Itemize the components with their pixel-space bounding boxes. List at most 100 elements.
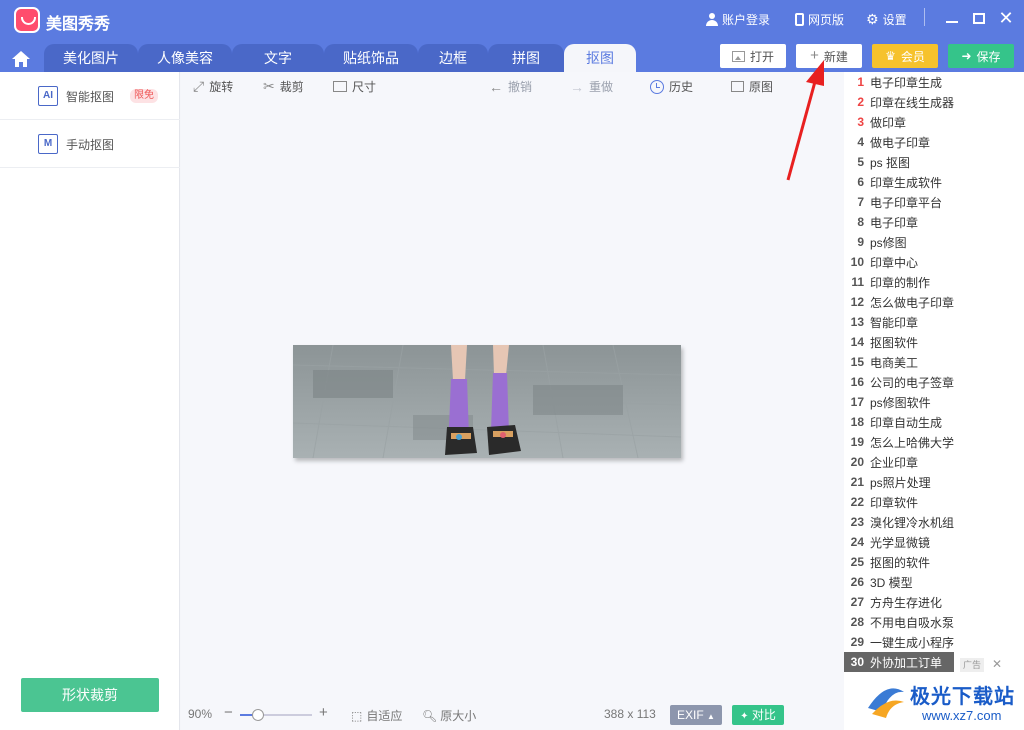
fit-label: 自适应 — [366, 709, 403, 723]
list-item[interactable]: 12 怎么做电子印章 — [844, 292, 954, 312]
list-item[interactable]: 5 ps 抠图 — [844, 152, 910, 172]
zoom-out-button[interactable]: − — [224, 704, 233, 721]
sidebar-item-label: 智能抠图 — [66, 90, 115, 104]
crop-tool[interactable]: ✂ 裁剪 — [263, 78, 304, 95]
list-item[interactable]: 11 印章的制作 — [844, 272, 930, 292]
original-label: 原图 — [749, 80, 774, 94]
close-icon: ✕ — [992, 657, 1003, 671]
ad-close-button[interactable]: ✕ — [992, 657, 1002, 671]
list-item[interactable]: 19 怎么上哈佛大学 — [844, 432, 954, 452]
tab-beautify[interactable]: 美化图片 — [44, 44, 138, 72]
list-item[interactable]: 8 电子印章 — [844, 212, 918, 232]
list-item[interactable]: 9 ps修图 — [844, 232, 906, 252]
open-label: 打开 — [749, 49, 774, 64]
rotate-tool[interactable]: ⤢ 旋转 — [193, 78, 233, 95]
close-button[interactable]: ✕ — [996, 8, 1016, 28]
rotate-label: 旋转 — [209, 80, 234, 94]
web-version-label: 网页版 — [808, 13, 845, 27]
watermark-name: 极光下载站 — [910, 686, 1015, 708]
list-item[interactable]: 2 印章在线生成器 — [844, 92, 954, 112]
list-item[interactable]: 14 抠图软件 — [844, 332, 918, 352]
maximize-icon — [973, 12, 985, 24]
list-item[interactable]: 28 不用电自吸水泵 — [844, 612, 954, 632]
user-icon — [706, 13, 718, 26]
zoom-slider-thumb[interactable] — [252, 709, 264, 721]
settings-label: 设置 — [882, 13, 907, 27]
tab-portrait[interactable]: 人像美容 — [138, 44, 232, 72]
list-item[interactable]: 6 印章生成软件 — [844, 172, 942, 192]
list-item[interactable]: 20 企业印章 — [844, 452, 918, 472]
web-version-button[interactable]: 网页版 — [795, 11, 844, 28]
edited-photo[interactable] — [293, 345, 681, 458]
list-item[interactable]: 22 印章软件 — [844, 492, 918, 512]
history-tool[interactable]: 历史 — [650, 78, 693, 95]
zoom-slider[interactable] — [240, 709, 312, 721]
manual-cutout-icon: M — [38, 134, 58, 154]
list-item[interactable]: 13 智能印章 — [844, 312, 918, 332]
compare-label: 对比 — [751, 708, 776, 722]
list-item[interactable]: 26 3D 模型 — [844, 572, 913, 592]
scissors-icon: ✂ — [263, 78, 275, 94]
list-item[interactable]: 1 电子印章生成 — [844, 72, 942, 92]
original-tool[interactable]: 原图 — [731, 78, 773, 95]
sidebar-item-manual-cutout[interactable]: M 手动抠图 — [0, 120, 180, 168]
list-item[interactable]: 27 方舟生存进化 — [844, 592, 942, 612]
undo-tool[interactable]: ← 撤销 — [489, 78, 532, 95]
list-item[interactable]: 15 电商美工 — [844, 352, 918, 372]
crop-label: 裁剪 — [279, 80, 304, 94]
search-ad-list: 1 电子印章生成 2 印章在线生成器 3 做印章 4 做电子印章 5 ps 抠图 6 印章生… — [844, 72, 1024, 730]
canvas-area: ⤢ 旋转 ✂ 裁剪 尺寸 ← 撤销 → 重做 历史 原图 90% − + ⬚ 自… — [181, 72, 844, 730]
app-logo-icon — [14, 7, 40, 33]
shape-crop-button[interactable]: 形状裁剪 — [21, 678, 159, 712]
original-size-button[interactable]: 🔍︎ 原大小 — [422, 707, 476, 724]
vip-label: 会员 — [900, 49, 925, 64]
redo-label: 重做 — [589, 80, 614, 94]
list-item[interactable]: 10 印章中心 — [844, 252, 918, 272]
vip-button[interactable]: ♛ 会员 — [872, 44, 938, 68]
list-item[interactable]: 29 一键生成小程序 — [844, 632, 954, 652]
list-item[interactable]: 18 印章自动生成 — [844, 412, 942, 432]
image-dimensions: 388 x 113 — [604, 707, 656, 721]
list-item[interactable]: 4 做电子印章 — [844, 132, 930, 152]
aurora-logo-icon — [868, 688, 904, 718]
image-icon — [731, 81, 744, 92]
site-watermark: 极光下载站 www.xz7.com — [864, 676, 1020, 728]
list-item[interactable]: 23 溴化锂冷水机组 — [844, 512, 954, 532]
minimize-button[interactable] — [942, 8, 962, 28]
redo-tool[interactable]: → 重做 — [570, 78, 613, 95]
tab-cutout[interactable]: 抠图 — [564, 44, 636, 72]
save-label: 保存 — [976, 49, 1001, 64]
tab-stickers[interactable]: 贴纸饰品 — [324, 44, 418, 72]
exif-button[interactable]: EXIF ▲ — [670, 705, 722, 725]
maximize-button[interactable] — [969, 8, 989, 28]
tab-text[interactable]: 文字 — [232, 44, 324, 72]
main-tab-bar: 美化图片 人像美容 文字 贴纸饰品 边框 拼图 抠图 打开 + 新建 ♛ 会员 … — [0, 42, 1024, 72]
save-button[interactable]: ➜ 保存 — [948, 44, 1014, 68]
rotate-icon: ⤢ — [193, 78, 205, 94]
list-item[interactable]: 30 外协加工订单 — [844, 652, 954, 672]
watermark-url: www.xz7.com — [922, 708, 1002, 723]
home-button[interactable] — [8, 48, 34, 70]
open-button[interactable]: 打开 — [720, 44, 786, 68]
undo-arrow-icon: ← — [489, 78, 503, 95]
tab-frames[interactable]: 边框 — [418, 44, 488, 72]
list-item[interactable]: 24 光学显微镜 — [844, 532, 930, 552]
settings-button[interactable]: ⚙ 设置 — [866, 11, 907, 28]
tab-collage[interactable]: 拼图 — [488, 44, 564, 72]
sidebar-item-smart-cutout[interactable]: AI 智能抠图 限免 — [0, 72, 180, 120]
minimize-icon — [946, 21, 958, 23]
login-button[interactable]: 账户登录 — [706, 11, 770, 28]
zoom-in-button[interactable]: + — [319, 704, 328, 721]
history-label: 历史 — [669, 80, 694, 94]
annotation-arrow — [786, 60, 824, 181]
list-item[interactable]: 16 公司的电子签章 — [844, 372, 954, 392]
size-tool[interactable]: 尺寸 — [333, 78, 376, 95]
list-item[interactable]: 17 ps修图软件 — [844, 392, 931, 412]
list-item[interactable]: 25 抠图的软件 — [844, 552, 930, 572]
list-item[interactable]: 3 做印章 — [844, 112, 906, 132]
magnifier-icon: 🔍︎ — [422, 708, 438, 723]
compare-button[interactable]: ✦ 对比 — [732, 705, 784, 725]
fit-to-window-button[interactable]: ⬚ 自适应 — [351, 707, 402, 724]
list-item[interactable]: 21 ps照片处理 — [844, 472, 931, 492]
list-item[interactable]: 7 电子印章平台 — [844, 192, 942, 212]
